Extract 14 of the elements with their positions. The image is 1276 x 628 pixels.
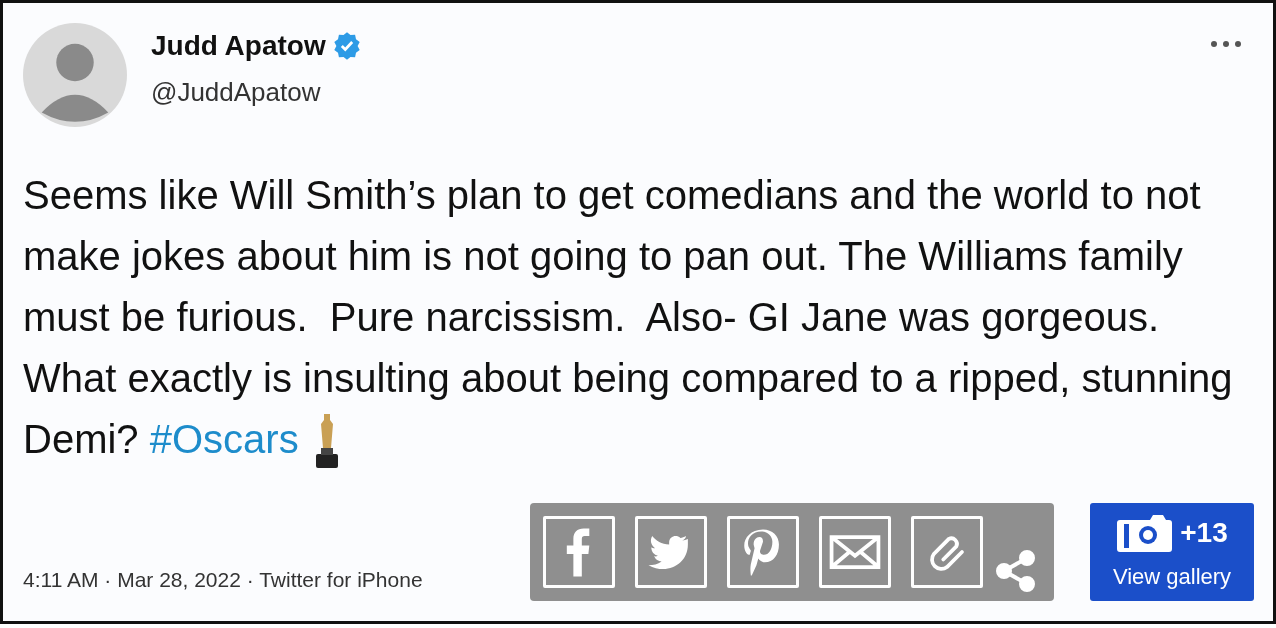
camera-icon (1116, 513, 1173, 552)
author-handle[interactable]: @JuddApatow (151, 72, 362, 112)
pin-button[interactable] (727, 516, 799, 588)
author-name[interactable]: Judd Apatow (151, 24, 326, 67)
view-gallery-button[interactable]: +13 View gallery (1090, 503, 1254, 601)
mail-button[interactable] (819, 516, 891, 588)
more-icon[interactable] (1209, 39, 1243, 49)
share-icon[interactable] (995, 549, 1037, 593)
tweet-text: Seems like Will Smith’s plan to get comedians and the world to not make jokes about him is not going to pan out. The Williams family must be furious. Pure narcissism. Also- GI Jane was gorgeous. What exactly is insulting about being compared to a ripped, stunning Demi? #Oscars (23, 165, 1255, 470)
bird-button[interactable] (635, 516, 707, 588)
facebook-button[interactable] (543, 516, 615, 588)
hashtag-link[interactable]: #Oscars (149, 417, 299, 461)
tweet-timestamp: 4:11 AM · Mar 28, 2022 · Twitter for iPhone (23, 566, 423, 593)
link-button[interactable] (911, 516, 983, 588)
